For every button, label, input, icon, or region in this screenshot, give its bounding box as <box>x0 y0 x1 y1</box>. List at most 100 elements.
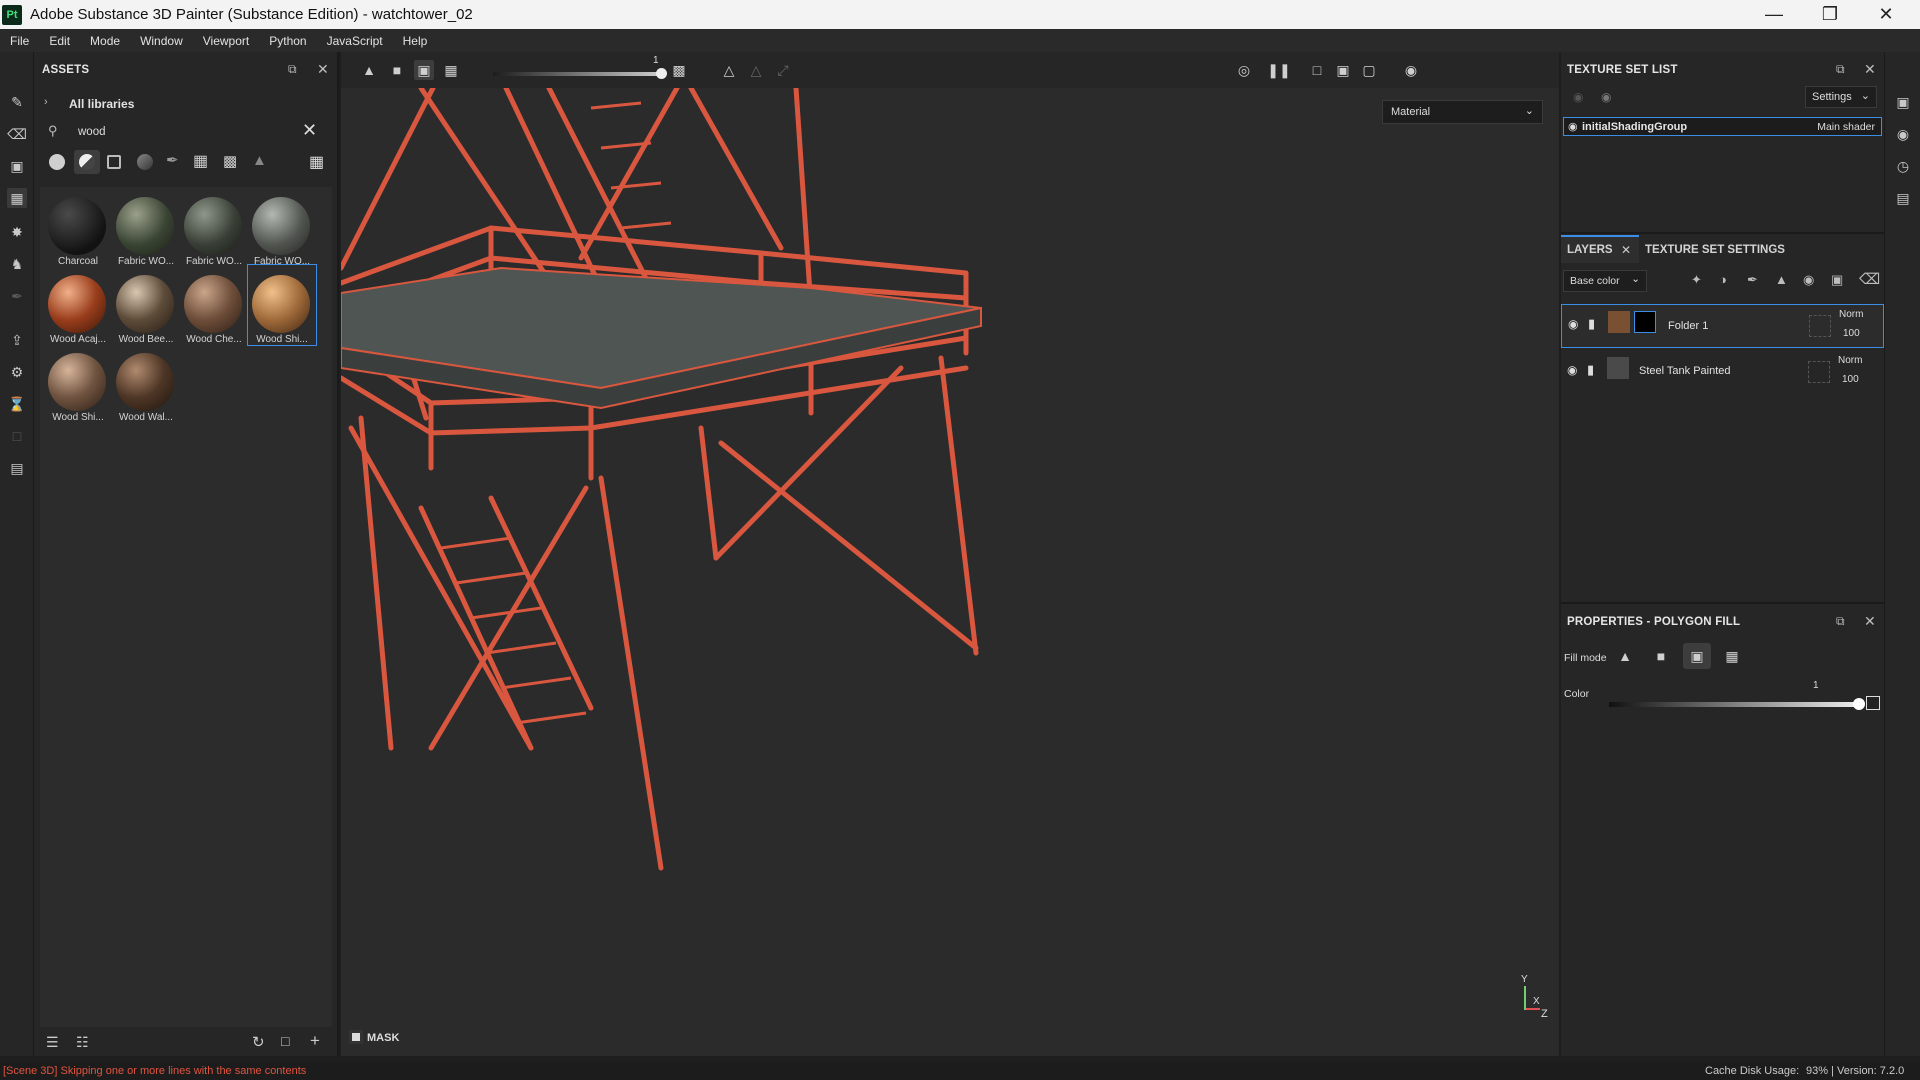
filter-all-materials-icon[interactable] <box>49 154 65 170</box>
display-settings-icon[interactable]: ▣ <box>1893 92 1913 112</box>
fill-triangle-icon[interactable]: ▲ <box>1615 646 1635 666</box>
close-icon[interactable]: ✕ <box>1864 61 1876 78</box>
asset-item[interactable]: Fabric WO... <box>112 193 180 269</box>
filter-filters-icon[interactable]: ▩ <box>223 152 237 170</box>
uv-icon[interactable]: □ <box>7 426 27 446</box>
color-slider-handle[interactable] <box>1853 698 1865 710</box>
menu-help[interactable]: Help <box>403 34 428 48</box>
asset-item[interactable]: Fabric WO... <box>180 193 248 269</box>
projection-icon[interactable]: ▣ <box>7 156 27 176</box>
tab-layers[interactable]: LAYERS ✕ <box>1561 235 1639 263</box>
camera-icon[interactable]: ▢ <box>1359 60 1379 80</box>
layer-name[interactable]: Folder 1 <box>1668 320 1708 332</box>
asset-item-selected[interactable]: Wood Shi... <box>247 264 317 346</box>
eye-icon[interactable]: ◉ <box>1568 120 1578 133</box>
transform-icon[interactable]: △ <box>746 60 766 80</box>
color-picker-icon[interactable]: ▩ <box>669 60 689 80</box>
pause-icon[interactable]: ❚❚ <box>1267 60 1290 80</box>
filter-smart-materials-button[interactable] <box>74 150 100 174</box>
fill-mesh-icon[interactable]: ▣ <box>1683 643 1711 669</box>
bake-icon[interactable]: ⇪ <box>7 330 27 350</box>
color-picker-icon[interactable]: ✒ <box>7 286 27 306</box>
tab-texture-set-settings[interactable]: TEXTURE SET SETTINGS <box>1645 237 1785 263</box>
viewport-3d[interactable]: ▲ ■ ▣ ▦ 1 ▩ △ △ ⤢ ◎ ❚❚ □ ▣ ▢ ◉ Material … <box>341 52 1559 1056</box>
viewport-display-mode-dropdown[interactable]: Material ⌄ <box>1382 100 1543 124</box>
layer-row[interactable]: ◉ ▮ Steel Tank Painted Norm 100 <box>1561 351 1884 395</box>
eye-icon[interactable]: ◉ <box>1567 363 1577 377</box>
color-picker-icon[interactable] <box>1866 696 1880 710</box>
layer-row[interactable]: ◉ ▮ Folder 1 Norm 100 <box>1561 304 1884 348</box>
filter-environments-icon[interactable]: ▲ <box>252 152 267 169</box>
eye-icon[interactable]: ◉ <box>1568 317 1578 331</box>
add-folder-icon[interactable]: ▣ <box>1831 272 1843 288</box>
chevron-right-icon[interactable]: › <box>44 96 48 108</box>
settings-gear-icon[interactable]: ⚙ <box>7 362 27 382</box>
undock-icon[interactable]: ⧉ <box>1836 62 1845 77</box>
rotate-icon[interactable]: ⤢ <box>773 60 793 80</box>
minimize-button[interactable]: — <box>1746 0 1802 29</box>
eraser-icon[interactable]: ⌫ <box>7 124 27 144</box>
layer-opacity[interactable]: 100 <box>1842 374 1859 385</box>
channel-dropdown[interactable]: Base color ⌄ <box>1563 270 1647 292</box>
menu-file[interactable]: File <box>10 34 29 48</box>
menu-mode[interactable]: Mode <box>90 34 120 48</box>
add-mask-icon[interactable]: ◑ <box>1719 272 1727 287</box>
export-icon[interactable]: ▤ <box>7 458 27 478</box>
view-3d-icon[interactable]: ▣ <box>1333 60 1353 80</box>
log-icon[interactable]: ▤ <box>1893 188 1913 208</box>
filter-brushes-icon[interactable]: ✒ <box>166 151 179 169</box>
fill-square-icon[interactable]: ■ <box>1651 646 1671 666</box>
maximize-button[interactable]: ❐ <box>1802 0 1858 29</box>
tree-view-icon[interactable]: ☷ <box>76 1034 89 1051</box>
new-folder-icon[interactable]: □ <box>281 1033 289 1049</box>
fill-square-icon[interactable]: ■ <box>387 60 407 80</box>
mask-thumbnail[interactable] <box>1634 311 1656 333</box>
grid-view-icon[interactable]: ▦ <box>309 152 324 172</box>
paint-brush-icon[interactable]: ✎ <box>7 92 27 112</box>
visibility-icon[interactable]: ◉ <box>1573 90 1583 104</box>
view-2d-icon[interactable]: □ <box>1307 60 1327 80</box>
asset-item[interactable]: Fabric WO... <box>248 193 316 269</box>
asset-item[interactable]: Wood Wal... <box>112 349 180 425</box>
history-icon[interactable]: ◷ <box>1893 156 1913 176</box>
measure-icon[interactable]: ⌛ <box>7 394 27 414</box>
menu-javascript[interactable]: JavaScript <box>327 34 383 48</box>
add-fill-layer-icon[interactable]: ▲ <box>1775 272 1788 287</box>
layer-name[interactable]: Steel Tank Painted <box>1639 365 1731 377</box>
shader-settings-icon[interactable]: ◉ <box>1893 124 1913 144</box>
library-path[interactable]: All libraries <box>69 97 134 111</box>
search-input[interactable]: wood <box>78 126 106 138</box>
add-anchor-icon[interactable]: ◉ <box>1803 272 1814 288</box>
smudge-icon[interactable]: ✸ <box>7 222 27 242</box>
add-effect-icon[interactable]: ✦ <box>1691 272 1702 288</box>
asset-item[interactable]: Charcoal <box>44 193 112 269</box>
clone-stamp-icon[interactable]: ♞ <box>7 254 27 274</box>
settings-dropdown[interactable]: Settings ⌄ <box>1805 86 1877 108</box>
filter-masks-icon[interactable] <box>107 155 121 169</box>
blend-mode[interactable]: Norm <box>1838 355 1862 366</box>
close-icon[interactable]: ✕ <box>317 61 329 78</box>
clear-search-icon[interactable]: ✕ <box>302 120 317 141</box>
add-paint-layer-icon[interactable]: ✒ <box>1747 272 1758 288</box>
close-icon[interactable]: ✕ <box>1864 613 1876 630</box>
solo-icon[interactable]: ◉ <box>1601 90 1611 104</box>
undock-icon[interactable]: ⧉ <box>1836 614 1845 629</box>
texture-set-row[interactable]: ◉ initialShadingGroup Main shader <box>1563 117 1882 136</box>
polygon-fill-icon[interactable]: ▦ <box>7 188 27 208</box>
menu-viewport[interactable]: Viewport <box>203 34 249 48</box>
asset-item[interactable]: Wood Shi... <box>44 349 112 425</box>
asset-item[interactable]: Wood Bee... <box>112 271 180 347</box>
asset-search-field[interactable]: ⚲ wood ✕ <box>40 120 332 144</box>
refresh-icon[interactable]: ↻ <box>252 1033 265 1051</box>
asset-item[interactable]: Wood Acaj... <box>44 271 112 347</box>
add-icon[interactable]: + <box>310 1031 320 1051</box>
menu-window[interactable]: Window <box>140 34 183 48</box>
symmetry-icon[interactable]: △ <box>719 60 739 80</box>
filter-smart-masks-icon[interactable] <box>137 154 153 170</box>
color-slider[interactable] <box>1609 702 1859 707</box>
undock-icon[interactable]: ⧉ <box>288 62 297 77</box>
asset-item[interactable]: Wood Che... <box>180 271 248 347</box>
menu-edit[interactable]: Edit <box>49 34 70 48</box>
close-tab-icon[interactable]: ✕ <box>1621 243 1631 257</box>
fill-mesh-icon[interactable]: ▣ <box>414 60 434 80</box>
